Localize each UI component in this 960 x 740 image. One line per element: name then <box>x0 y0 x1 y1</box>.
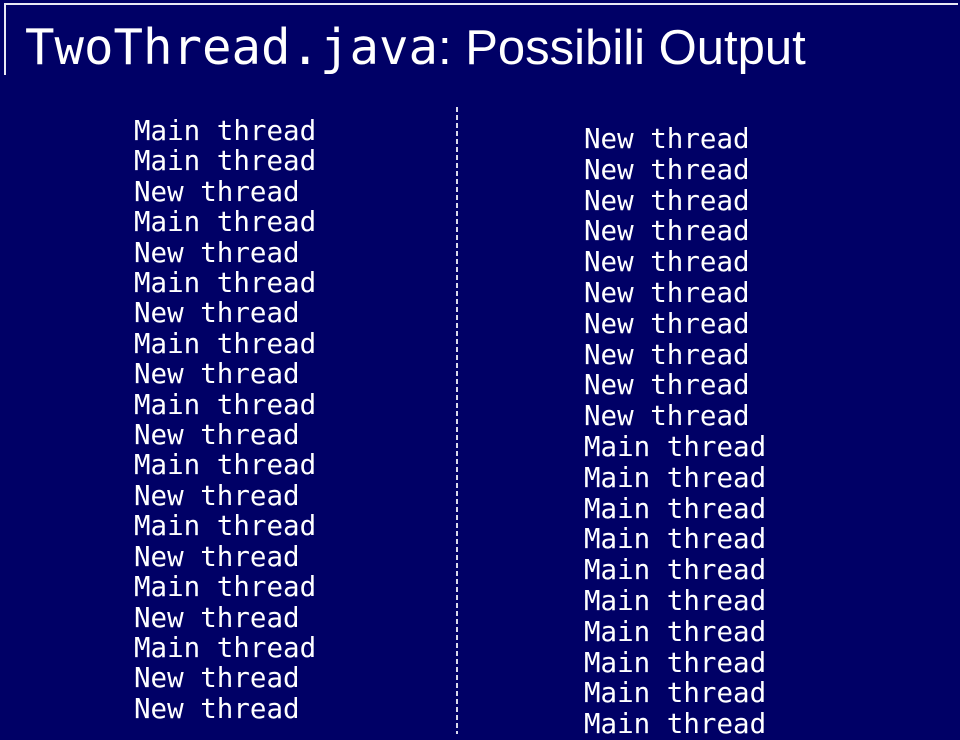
output-line: Main thread <box>584 646 767 679</box>
output-line: Main thread <box>134 631 317 664</box>
output-line: New thread <box>134 297 300 330</box>
output-line: New thread <box>584 276 750 309</box>
output-line: Main thread <box>134 510 317 543</box>
output-line: New thread <box>584 215 750 248</box>
output-line: New thread <box>134 175 300 208</box>
output-line: New thread <box>134 236 300 269</box>
title-filename: TwoThread.java <box>25 19 439 76</box>
output-line: New thread <box>584 369 750 402</box>
slide-title: TwoThread.java: Possibili Output <box>25 18 806 83</box>
output-line: Main thread <box>134 449 317 482</box>
output-line: Main thread <box>584 708 767 740</box>
output-line: Main thread <box>134 571 317 604</box>
output-column-left: Main thread Main thread New thread Main thr… <box>134 115 317 725</box>
output-line: Main thread <box>584 584 767 617</box>
output-column-right: New thread New thread New thread New thread… <box>584 124 766 740</box>
output-line: Main thread <box>584 615 767 648</box>
output-line: New thread <box>134 540 300 573</box>
output-line: Main thread <box>584 492 767 525</box>
output-line: New thread <box>584 153 750 186</box>
output-line: Main thread <box>134 267 317 300</box>
output-line: Main thread <box>134 327 317 360</box>
output-line: New thread <box>134 479 300 512</box>
output-line: New thread <box>584 338 750 371</box>
slide-frame-top-border <box>4 3 958 5</box>
title-caption: : Possibili Output <box>438 21 806 75</box>
output-line: New thread <box>134 419 300 452</box>
output-line: Main thread <box>584 677 767 710</box>
slide-frame-left-border <box>4 3 6 75</box>
output-line: New thread <box>134 692 300 725</box>
output-line: New thread <box>584 246 750 279</box>
output-line: Main thread <box>584 554 767 587</box>
output-line: New thread <box>584 307 750 340</box>
output-line: Main thread <box>584 461 767 494</box>
output-line: New thread <box>134 662 300 695</box>
output-line: Main thread <box>134 388 317 421</box>
output-line: Main thread <box>584 523 767 556</box>
output-line: Main thread <box>584 430 767 463</box>
output-line: New thread <box>584 184 750 217</box>
output-line: New thread <box>134 601 300 634</box>
output-line: New thread <box>134 358 300 391</box>
output-line: Main thread <box>134 206 317 239</box>
output-line: Main thread <box>134 145 317 178</box>
output-line: New thread <box>584 123 750 155</box>
column-divider-dashed <box>456 107 458 734</box>
output-line: New thread <box>584 400 750 433</box>
output-line: Main thread <box>134 115 317 147</box>
